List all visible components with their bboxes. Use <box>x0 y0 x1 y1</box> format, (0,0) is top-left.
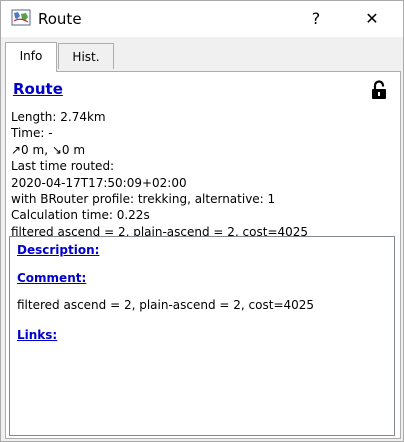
dialog-client-area: Info Hist. Route Length: 2.74km Time: - ↗0… <box>1 37 403 441</box>
details-box[interactable]: Description: Comment: filtered ascend = … <box>9 236 395 436</box>
time-text: Time: - <box>11 126 53 141</box>
tab-hist[interactable]: Hist. <box>58 43 114 69</box>
info-panel: Route Length: 2.74km Time: - ↗0 m, ↘0 m Las… <box>5 71 401 439</box>
comment-text: filtered ascend = 2, plain-ascend = 2, c… <box>17 298 315 312</box>
route-link[interactable]: Route <box>13 80 63 98</box>
description-link[interactable]: Description: <box>17 243 99 257</box>
window-title: Route <box>38 10 82 28</box>
last-routed-label: Last time routed: <box>11 159 115 174</box>
close-button[interactable]: ✕ <box>349 1 395 37</box>
length-text: Length: 2.74km <box>11 110 106 124</box>
calc-time-text: Calculation time: 0.22s <box>11 208 150 223</box>
route-info-text: Length: 2.74km Time: - ↗0 m, ↘0 m Last time… <box>11 109 308 240</box>
profile-text: with BRouter profile: trekking, alternat… <box>11 192 276 207</box>
links-link[interactable]: Links: <box>17 328 57 342</box>
tab-info[interactable]: Info <box>5 42 57 72</box>
unlocked-padlock-icon[interactable] <box>371 80 387 100</box>
title-bar[interactable]: Route ? ✕ <box>1 1 403 37</box>
route-dialog: Route ? ✕ Info Hist. Route Length: 2.74k… <box>0 0 404 442</box>
last-routed-value: 2020-04-17T17:50:09+02:00 <box>11 175 187 190</box>
comment-link[interactable]: Comment: <box>17 271 86 285</box>
map-icon <box>11 9 31 26</box>
elevation-text: ↗0 m, ↘0 m <box>11 142 86 157</box>
help-button[interactable]: ? <box>293 1 339 37</box>
